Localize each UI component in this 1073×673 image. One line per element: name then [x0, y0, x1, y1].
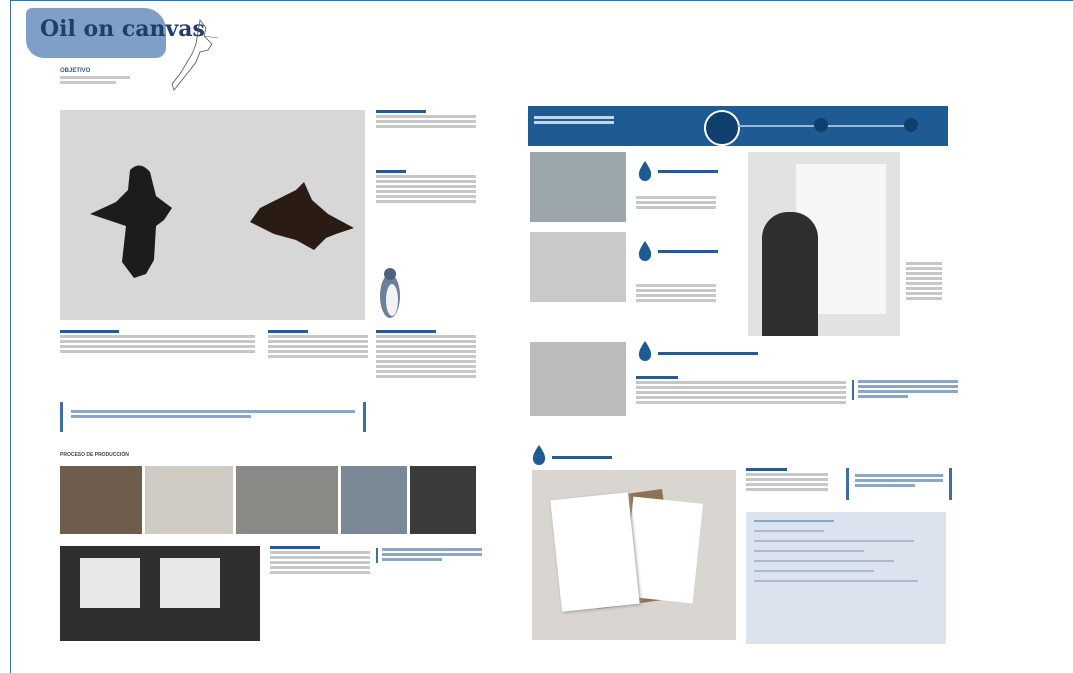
- text-column-3: [376, 330, 476, 380]
- poster-1: [80, 558, 140, 608]
- process-label: PROCESO DE PRODUCCIÓN: [60, 452, 129, 458]
- process-photo-2: [145, 466, 233, 534]
- text-column-1: [60, 330, 255, 355]
- drop-title-4: [552, 456, 612, 461]
- viewer-photo: [748, 152, 900, 336]
- drop-title-2: [658, 250, 718, 255]
- timeline-dot-1: [814, 118, 828, 132]
- workshop-photo: [530, 232, 626, 302]
- booklet-text: [746, 468, 828, 493]
- water-drop-icon-2: [638, 241, 652, 261]
- process-photo-3: [236, 466, 338, 534]
- drop-title-1: [658, 170, 718, 175]
- little-penguin-image: [380, 268, 400, 318]
- oil-penguin-silhouettes: [90, 165, 354, 278]
- page-frame-left: [10, 0, 11, 673]
- pull-quote: [60, 402, 366, 432]
- installation-quote: [376, 548, 482, 563]
- drop-text-3: [636, 376, 846, 406]
- water-drop-icon-3: [638, 341, 652, 361]
- process-photo-1: [60, 466, 142, 534]
- new-zealand-map-icon: [171, 19, 219, 91]
- process-photo-5: [410, 466, 476, 534]
- step-circle: [704, 110, 740, 146]
- booklet-quote: [846, 468, 952, 500]
- text-column-2: [268, 330, 368, 360]
- penguin-card: [550, 492, 640, 612]
- side-text-1: [376, 110, 476, 130]
- side-text-2: [376, 170, 476, 205]
- gallery-photo: [530, 152, 626, 222]
- intro-heading: OBJETIVO: [60, 68, 91, 74]
- drop-text-2: [636, 284, 716, 304]
- water-drop-icon-1: [638, 161, 652, 181]
- booklet-photo: [532, 470, 736, 640]
- intro-text: [60, 76, 130, 86]
- installation-text: [270, 546, 370, 576]
- page-frame-top: [10, 0, 1073, 1]
- drop-title-3: [658, 352, 758, 357]
- poster-2: [160, 558, 220, 608]
- installation-photo: [60, 546, 260, 641]
- color-list: [906, 262, 942, 302]
- penguin-oil-photo: [60, 110, 365, 320]
- water-drop-icon-4: [532, 445, 546, 465]
- blue-header-bar: [528, 106, 948, 146]
- viewer-figure: [762, 212, 818, 336]
- timeline-dot-2: [904, 118, 918, 132]
- public-quote: [852, 380, 958, 400]
- drop-text-1: [636, 196, 716, 211]
- evaluation-panel: [746, 512, 946, 644]
- public-photo: [530, 342, 626, 416]
- process-photo-4: [341, 466, 407, 534]
